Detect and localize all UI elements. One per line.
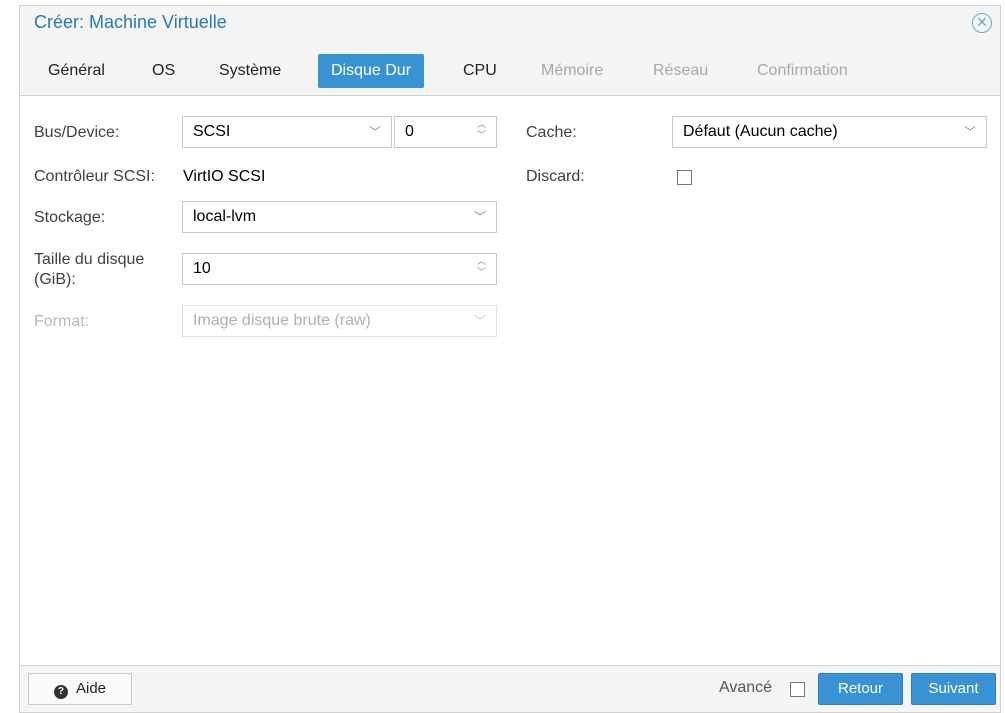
help-label: Aide <box>75 680 107 697</box>
format-label: Format: <box>34 313 90 330</box>
format-value: Image disque brute (raw) <box>193 312 371 329</box>
storage-label: Stockage: <box>34 209 106 226</box>
storage-select[interactable]: local-lvm ﹀ <box>182 201 497 233</box>
tab-cpu[interactable]: CPU <box>463 54 497 88</box>
back-button[interactable]: Retour <box>818 673 903 705</box>
storage-value: local-lvm <box>193 208 257 225</box>
bus-device-label: Bus/Device: <box>34 124 120 141</box>
advanced-checkbox[interactable] <box>790 682 805 697</box>
disk-size-label-line2: (GiB): <box>34 271 76 288</box>
chevron-down-icon: ﹀ <box>963 125 976 139</box>
tab-memory: Mémoire <box>541 62 604 79</box>
cache-label: Cache: <box>526 124 577 141</box>
chevron-down-icon: ﹀ <box>473 314 486 328</box>
create-vm-dialog: Créer: Machine Virtuelle ✕ Général OS Sy… <box>19 5 1001 713</box>
device-value: 0 <box>405 123 414 140</box>
disk-size-value: 10 <box>193 260 211 277</box>
chevron-down-icon: ﹀ <box>368 125 381 139</box>
disk-size-label-line1: Taille du disque <box>34 251 145 268</box>
tab-hard-disk[interactable]: Disque Dur <box>318 54 425 88</box>
advanced-label: Avancé <box>719 679 773 696</box>
dialog-title: Créer: Machine Virtuelle <box>34 12 227 32</box>
discard-checkbox[interactable] <box>677 170 692 185</box>
next-button[interactable]: Suivant <box>911 673 996 705</box>
question-circle-icon: ? <box>53 685 68 699</box>
disk-size-field[interactable]: 10 ︿ ﹀ <box>182 253 497 285</box>
help-button[interactable]: ? Aide <box>28 673 132 705</box>
tab-system[interactable]: Système <box>219 54 281 88</box>
tab-os[interactable]: OS <box>152 54 175 88</box>
cache-select[interactable]: Défaut (Aucun cache) ﹀ <box>672 116 987 148</box>
disk-size-label: Taille du disque (GiB): <box>34 250 144 290</box>
close-icon[interactable]: ✕ <box>972 13 992 33</box>
chevron-down-icon: ﹀ <box>473 210 486 224</box>
spinner-arrows-icon[interactable]: ︿ ﹀ <box>477 256 486 278</box>
bus-value: SCSI <box>193 123 231 140</box>
format-select: Image disque brute (raw) ﹀ <box>182 305 497 337</box>
bus-select[interactable]: SCSI ﹀ <box>182 116 392 148</box>
controller-label: Contrôleur SCSI: <box>34 168 155 185</box>
discard-label: Discard: <box>526 168 585 185</box>
tab-confirmation: Confirmation <box>757 62 848 79</box>
hard-disk-panel: Bus/Device: SCSI ﹀ 0 ︿ ﹀ Contrôleur SCSI:… <box>20 95 1000 666</box>
controller-value: VirtIO SCSI <box>183 168 266 185</box>
tab-general[interactable]: Général <box>48 54 105 88</box>
spinner-arrows-icon[interactable]: ︿ ﹀ <box>477 119 486 141</box>
device-number-field[interactable]: 0 ︿ ﹀ <box>394 116 497 148</box>
cache-value: Défaut (Aucun cache) <box>683 123 838 140</box>
tab-network: Réseau <box>653 62 709 79</box>
